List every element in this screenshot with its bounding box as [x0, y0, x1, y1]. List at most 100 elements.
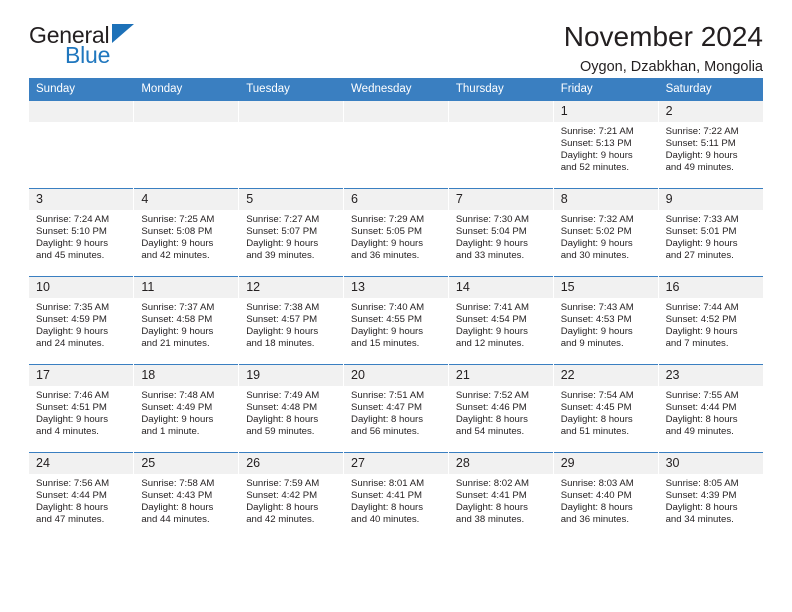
day-daylight-line-text: and 1 minute.	[141, 426, 200, 438]
calendar-cell-day-1[interactable]: 1 Sunrise: 7:21 AM Sunset: 5:13 PM Daylight…	[553, 100, 659, 189]
day-daylight-line-text: Daylight: 9 hours	[141, 326, 214, 338]
calendar-cell-day-4[interactable]: 4 Sunrise: 7:25 AM Sunset: 5:08 PM Daylight…	[133, 188, 240, 277]
day-number: 14	[448, 277, 553, 298]
day-sunrise-text: Sunrise: 7:58 AM	[141, 478, 215, 489]
day-details: Sunrise: 7:54 AM Sunset: 4:45 PM Daylight:…	[554, 386, 658, 438]
calendar-cell-day-13[interactable]: 13 Sunrise: 7:40 AM Sunset: 4:55 PM Dayligh…	[343, 276, 449, 365]
calendar-cell-day-12[interactable]: 12 Sunrise: 7:38 AM Sunset: 4:57 PM Dayligh…	[238, 276, 345, 365]
calendar-cell-day-20[interactable]: 20 Sunrise: 7:51 AM Sunset: 4:47 PM Dayligh…	[343, 364, 449, 453]
calendar-cell-day-19[interactable]: 19 Sunrise: 7:49 AM Sunset: 4:48 PM Dayligh…	[238, 364, 345, 453]
calendar-cell-day-24[interactable]: 24 Sunrise: 7:56 AM Sunset: 4:44 PM Dayligh…	[29, 452, 135, 541]
day-details: Sunrise: 7:55 AM Sunset: 4:44 PM Daylight:…	[659, 386, 763, 438]
day-sunset-text: Sunset: 5:13 PM	[560, 138, 632, 150]
day-number: 12	[239, 277, 344, 298]
day-details: Sunrise: 8:05 AM Sunset: 4:39 PM Daylight:…	[659, 474, 763, 526]
day-details: Sunrise: 7:59 AM Sunset: 4:42 PM Daylight:…	[239, 474, 343, 526]
day-daylight-line-text: Daylight: 9 hours	[665, 238, 738, 250]
day-sunrise-text: Sunrise: 8:01 AM	[351, 478, 425, 489]
day-number: 24	[29, 453, 134, 474]
day-details: Sunrise: 7:35 AM Sunset: 4:59 PM Daylight:…	[29, 298, 133, 350]
calendar-cell-day-22[interactable]: 22 Sunrise: 7:54 AM Sunset: 4:45 PM Dayligh…	[553, 364, 659, 453]
calendar-cell-day-29[interactable]: 29 Sunrise: 8:03 AM Sunset: 4:40 PM Dayligh…	[553, 452, 659, 541]
calendar-cell-day-17[interactable]: 17 Sunrise: 7:46 AM Sunset: 4:51 PM Dayligh…	[29, 364, 135, 453]
day-sunset-text: Sunset: 4:44 PM	[36, 490, 107, 502]
day-daylight-line-text: Daylight: 9 hours	[36, 326, 108, 338]
day-sunrise-text: Sunrise: 7:48 AM	[141, 390, 215, 401]
day-number: 4	[134, 189, 239, 210]
calendar-cell-day-5[interactable]: 5 Sunrise: 7:27 AM Sunset: 5:07 PM Daylight…	[238, 188, 345, 277]
day-daylight-line-text: and 45 minutes.	[36, 250, 105, 262]
day-daylight-line-text: and 42 minutes.	[141, 250, 210, 262]
day-daylight-line-text: and 51 minutes.	[560, 426, 629, 438]
day-sunrise-text: Sunrise: 7:35 AM	[36, 302, 110, 313]
day-sunset-text: Sunset: 4:41 PM	[455, 490, 527, 502]
day-daylight-line-text: Daylight: 8 hours	[351, 414, 424, 426]
day-details: Sunrise: 7:43 AM Sunset: 4:53 PM Daylight:…	[554, 298, 658, 350]
day-daylight-line-text: Daylight: 9 hours	[351, 238, 424, 250]
calendar-cell-day-3[interactable]: 3 Sunrise: 7:24 AM Sunset: 5:10 PM Daylight…	[29, 188, 135, 277]
page-title: November 2024	[563, 21, 763, 52]
day-sunset-text: Sunset: 5:04 PM	[455, 226, 527, 238]
calendar-cell-day-21[interactable]: 21 Sunrise: 7:52 AM Sunset: 4:46 PM Dayligh…	[448, 364, 554, 453]
calendar-cell-empty	[448, 100, 554, 189]
day-daylight-line-text: Daylight: 8 hours	[455, 414, 528, 426]
calendar-cell-day-18[interactable]: 18 Sunrise: 7:48 AM Sunset: 4:49 PM Dayligh…	[133, 364, 240, 453]
day-daylight-line-text: Daylight: 9 hours	[36, 414, 108, 426]
day-number: 9	[658, 189, 763, 210]
day-daylight-line-text: Daylight: 9 hours	[455, 326, 528, 338]
day-daylight-line-text: and 30 minutes.	[560, 250, 629, 262]
calendar-cell-day-7[interactable]: 7 Sunrise: 7:30 AM Sunset: 5:04 PM Daylight…	[448, 188, 554, 277]
calendar-cell-day-16[interactable]: 16 Sunrise: 7:44 AM Sunset: 4:52 PM Dayligh…	[658, 276, 763, 365]
day-sunrise-text: Sunrise: 7:55 AM	[665, 390, 739, 401]
calendar-cell-day-2[interactable]: 2 Sunrise: 7:22 AM Sunset: 5:11 PM Daylight…	[658, 100, 763, 189]
day-number: 27	[344, 453, 448, 474]
calendar-cell-day-28[interactable]: 28 Sunrise: 8:02 AM Sunset: 4:41 PM Dayligh…	[448, 452, 554, 541]
day-daylight-line-text: Daylight: 9 hours	[455, 238, 528, 250]
day-number	[134, 101, 239, 122]
calendar-cell-day-10[interactable]: 10 Sunrise: 7:35 AM Sunset: 4:59 PM Dayligh…	[29, 276, 135, 365]
day-sunset-text: Sunset: 5:07 PM	[246, 226, 318, 238]
weekday-header-wednesday: Wednesday	[343, 78, 449, 101]
day-details: Sunrise: 7:21 AM Sunset: 5:13 PM Daylight:…	[554, 122, 658, 174]
day-sunrise-text: Sunrise: 7:52 AM	[455, 390, 529, 401]
day-sunset-text: Sunset: 4:57 PM	[246, 314, 318, 326]
calendar-cell-day-23[interactable]: 23 Sunrise: 7:55 AM Sunset: 4:44 PM Dayligh…	[658, 364, 763, 453]
day-number	[448, 101, 553, 122]
calendar-cell-empty	[238, 100, 345, 189]
calendar-cell-day-8[interactable]: 8 Sunrise: 7:32 AM Sunset: 5:02 PM Daylight…	[553, 188, 659, 277]
calendar-week-row: 3 Sunrise: 7:24 AM Sunset: 5:10 PM Daylight…	[29, 188, 763, 277]
calendar-cell-day-15[interactable]: 15 Sunrise: 7:43 AM Sunset: 4:53 PM Dayligh…	[553, 276, 659, 365]
generalblue-logo[interactable]: General Blue	[29, 22, 149, 70]
day-details: Sunrise: 7:32 AM Sunset: 5:02 PM Daylight:…	[554, 210, 658, 262]
day-number: 8	[553, 189, 658, 210]
calendar-cell-day-30[interactable]: 30 Sunrise: 8:05 AM Sunset: 4:39 PM Dayligh…	[658, 452, 763, 541]
calendar-cell-day-27[interactable]: 27 Sunrise: 8:01 AM Sunset: 4:41 PM Dayligh…	[343, 452, 449, 541]
day-daylight-line-text: and 59 minutes.	[246, 426, 315, 438]
day-daylight-line-text: and 21 minutes.	[141, 338, 210, 350]
calendar-cell-day-25[interactable]: 25 Sunrise: 7:58 AM Sunset: 4:43 PM Dayligh…	[133, 452, 240, 541]
day-daylight-line-text: Daylight: 9 hours	[560, 326, 633, 338]
day-daylight-line-text: and 52 minutes.	[560, 162, 629, 174]
day-daylight-line-text: and 36 minutes.	[351, 250, 420, 262]
calendar-cell-day-11[interactable]: 11 Sunrise: 7:37 AM Sunset: 4:58 PM Dayligh…	[133, 276, 240, 365]
day-daylight-line-text: Daylight: 9 hours	[141, 414, 214, 426]
day-daylight-line-text: and 38 minutes.	[455, 514, 525, 526]
day-daylight-line-text: and 27 minutes.	[665, 250, 734, 262]
day-daylight-line-text: and 9 minutes.	[560, 338, 624, 350]
calendar-cell-day-9[interactable]: 9 Sunrise: 7:33 AM Sunset: 5:01 PM Daylight…	[658, 188, 763, 277]
day-daylight-line-text: Daylight: 9 hours	[351, 326, 424, 338]
day-daylight-line-text: and 49 minutes.	[665, 426, 734, 438]
day-sunset-text: Sunset: 4:43 PM	[141, 490, 213, 502]
calendar-cell-day-6[interactable]: 6 Sunrise: 7:29 AM Sunset: 5:05 PM Daylight…	[343, 188, 449, 277]
day-number: 5	[239, 189, 344, 210]
day-sunrise-text: Sunrise: 7:41 AM	[455, 302, 529, 313]
page-subtitle: Oygon, Dzabkhan, Mongolia	[580, 59, 763, 76]
day-sunrise-text: Sunrise: 7:40 AM	[351, 302, 425, 313]
day-details: Sunrise: 8:03 AM Sunset: 4:40 PM Daylight:…	[554, 474, 658, 526]
day-daylight-line-text: and 34 minutes.	[665, 514, 734, 526]
weekday-header-monday: Monday	[133, 78, 240, 101]
day-daylight-line-text: Daylight: 8 hours	[560, 502, 633, 514]
calendar-cell-day-26[interactable]: 26 Sunrise: 7:59 AM Sunset: 4:42 PM Dayligh…	[238, 452, 345, 541]
day-number: 13	[344, 277, 448, 298]
calendar-cell-day-14[interactable]: 14 Sunrise: 7:41 AM Sunset: 4:54 PM Dayligh…	[448, 276, 554, 365]
